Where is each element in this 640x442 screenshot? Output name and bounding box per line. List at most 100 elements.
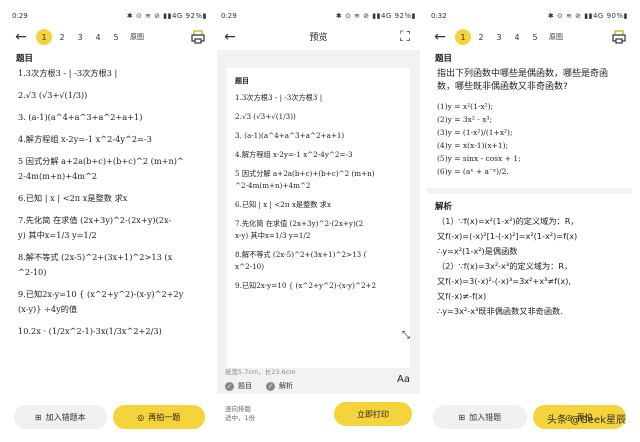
question-line: 10.2x · (1/2x^2-1)-3x(1/3x^2+2/3)	[18, 326, 162, 336]
question-line: 1.3次方根3 - | -3次方根3 |	[18, 68, 118, 78]
add-box-icon: ⊞	[458, 412, 466, 422]
status-bar: 0:32 ✱ ⊙ ≋ ⊘ ▮▮4G 90%▮	[427, 8, 632, 24]
question-line: x^2-10)	[235, 262, 265, 271]
question-line: 7.先化简 在求值 (2x+3y)^2-(2x+y)(2	[235, 219, 364, 228]
analysis-line: 又f(-x)≠-f(x)	[437, 291, 487, 301]
check-icon: ✓	[266, 382, 275, 391]
function-item: (5)y = sinx - cosx + 1;	[437, 154, 521, 163]
content-options: ✓ 题目 ✓ 解析	[225, 381, 293, 391]
add-to-mistakes-label: 加入错题	[469, 412, 502, 422]
print-settings[interactable]: 竖向排版 适中，1份	[225, 405, 255, 423]
question-line: 7.先化简 在求值 (2x+3y)^2-(2x+y)(2x-	[18, 215, 172, 225]
page-tabs: 1 2 3 4 5 原图	[455, 29, 567, 45]
add-box-icon: ⊞	[34, 412, 42, 422]
add-to-mistakes-label: 加入错题本	[45, 412, 86, 422]
question-line: 6.已知 | x | <2π x是整数 求x	[18, 193, 128, 203]
function-item: (4)y = x(x-1)(x+1);	[437, 141, 509, 150]
page-title: 预览	[309, 33, 328, 43]
question-line: 3. (a-1)(a^4+a^3+a^2+a+1)	[18, 112, 143, 122]
page-tab-3[interactable]: 3	[72, 29, 88, 45]
screen-function-question: 0:32 ✱ ⊙ ≋ ⊘ ▮▮4G 90%▮ ← 1 2 3 4 5 原图 题目…	[427, 8, 632, 434]
section-divider	[427, 188, 632, 194]
page-tab-1[interactable]: 1	[455, 29, 471, 45]
check-icon: ✓	[225, 382, 234, 391]
print-now-button[interactable]: 立即打印	[334, 402, 412, 426]
page-tab-2[interactable]: 2	[473, 29, 489, 45]
analysis-line: ∴y=x²(1-x²)是偶函数	[437, 246, 518, 256]
question-line: 3. (a-1)(a^4+a^3+a^2+a+1)	[235, 131, 345, 140]
status-icons: ✱ ⊙ ≋ ⊘ ▮▮4G 92%▮	[335, 12, 416, 20]
watermark-text: 头条 @Geek星辰	[546, 415, 626, 426]
function-item: (1)y = x²(1-x²);	[437, 102, 494, 111]
status-icons: ✱ ⊙ ≋ ⊘ ▮▮4G 92%▮	[126, 12, 207, 20]
analysis-content: （1）∵f(x)=x²(1-x²)的定义域为：R， 又f(-x)=(-x)²[1…	[427, 214, 632, 319]
retake-photo-button[interactable]: ◎ 再拍一题	[112, 405, 205, 429]
font-size-icon[interactable]: Aa	[397, 374, 410, 385]
paper-size-info: 纸宽5.7cm，长23.6cm	[225, 368, 296, 376]
paper-preview: 题目 1.3次方根3 - | -3次方根3 | 2.√3 (√3+√(1/3))…	[227, 68, 410, 368]
status-bar: 0:29 ✱ ⊙ ≋ ⊘ ▮▮4G 92%▮	[8, 8, 211, 24]
status-icons: ✱ ⊙ ≋ ⊘ ▮▮4G 90%▮	[547, 12, 628, 20]
status-bar: 0:29 ✱ ⊙ ≋ ⊘ ▮▮4G 92%▮	[217, 8, 420, 24]
question-line: 9.已知2x-y=10 { (x^2+y^2)-(x-y)^2+2y	[18, 289, 184, 299]
analysis-title: 解析	[435, 202, 453, 212]
question-list: 1.3次方根3 - | -3次方根3 | 2.√3 (√3+√(1/3)) 3.…	[8, 66, 211, 339]
page-tab-2[interactable]: 2	[54, 29, 70, 45]
back-arrow-icon[interactable]: ←	[12, 28, 30, 46]
analysis-line: 又f(-x)=(-x)²[1-(-x)²]=x²(1-x²)=f(x)	[437, 231, 578, 241]
page-tab-5[interactable]: 5	[527, 29, 543, 45]
question-line: 2-4m(m+n)+4m^2	[18, 171, 98, 181]
question-line: 1.3次方根3 - | -3次方根3 |	[235, 93, 323, 102]
option-question[interactable]: ✓ 题目	[225, 381, 252, 391]
analysis-line: ∴y=3x²-x³既非偶函数又非奇函数.	[437, 306, 563, 316]
function-item: (2)y = 3x² - x³;	[437, 115, 492, 124]
original-image-tab[interactable]: 原图	[126, 29, 148, 45]
question-line: (x-y)} ÷4y的值	[18, 304, 78, 314]
top-bar: ← 1 2 3 4 5 原图	[427, 24, 632, 50]
top-bar: ← 预览 ⛶	[217, 24, 420, 50]
analysis-line: （2）∵f(x)=3x²-x³的定义域为：R，	[437, 261, 573, 271]
question-line: 5 因式分解 a+2a(b+c)+(b+c)^2 (m+n)^	[18, 156, 184, 166]
question-headline: 指出下列函数中哪些是偶函数，哪些是奇函数，哪些既非偶函数又非奇函数?	[437, 69, 609, 92]
option-analysis[interactable]: ✓ 解析	[266, 381, 293, 391]
layout-setting: 竖向排版	[225, 405, 251, 413]
question-line: 9.已知2x-y=10 { (x^2+y^2)-(x-y)^2+2	[235, 281, 377, 290]
page-tab-4[interactable]: 4	[509, 29, 525, 45]
original-image-tab[interactable]: 原图	[545, 29, 567, 45]
collapse-icon[interactable]: ⤡	[402, 330, 410, 341]
retake-photo-label: 再拍一题	[148, 412, 181, 422]
analysis-line: （1）∵f(x)=x²(1-x²)的定义域为：R，	[437, 216, 579, 226]
copies-setting: 适中，1份	[225, 414, 256, 422]
page-tabs: 1 2 3 4 5 原图	[36, 29, 148, 45]
add-to-mistakes-button[interactable]: ⊞ 加入错题本	[14, 405, 107, 429]
printer-icon[interactable]	[610, 28, 628, 46]
analysis-line: 又f(-x)=3(-x)²-(-x)³=3x²+x³≠f(x),	[437, 276, 571, 286]
page-tab-5[interactable]: 5	[108, 29, 124, 45]
function-item: (3)y = (1-x²)/(1+x²);	[437, 128, 513, 137]
question-line: 8.解不等式 (2x-5)^2+(3x+1)^2>13 (	[235, 250, 367, 259]
status-time: 0:29	[12, 12, 28, 20]
page-tab-1[interactable]: 1	[36, 29, 52, 45]
screen-print-preview: 0:29 ✱ ⊙ ≋ ⊘ ▮▮4G 92%▮ ← 预览 ⛶ 题目 1.3次方根3…	[217, 8, 420, 434]
camera-icon: ◎	[137, 412, 145, 422]
section-title: 题目	[16, 54, 34, 64]
question-line: 2.√3 (√3+√(1/3))	[18, 90, 88, 100]
question-line: ^2-10)	[18, 267, 47, 277]
back-arrow-icon[interactable]: ←	[431, 28, 449, 46]
page-tab-4[interactable]: 4	[90, 29, 106, 45]
question-line: ^2-4m(m+n)+4m^2	[235, 181, 311, 190]
question-content: 指出下列函数中哪些是偶函数，哪些是奇函数，哪些既非偶函数又非奇函数? (1)y …	[427, 66, 632, 180]
option-question-label: 题目	[238, 382, 252, 390]
question-line: 4.解方程组 x-2y=-1 x^2-4y^2=-3	[18, 134, 152, 144]
question-line: 5 因式分解 a+2a(b+c)+(b+c)^2 (m+n)	[235, 169, 375, 178]
question-line: 6.已知 | x | <2π x是整数 求x	[235, 200, 332, 209]
page-tab-3[interactable]: 3	[491, 29, 507, 45]
question-line: 2.√3 (√3+√(1/3))	[235, 112, 296, 121]
question-line: 8.解不等式 (2x-5)^2+(3x+1)^2>13 (x	[18, 252, 173, 262]
function-item: (6)y = (aˣ + a⁻ˣ)/2.	[437, 167, 509, 176]
bottom-actions: ⊞ 加入错题本 ◎ 再拍一题	[8, 400, 211, 434]
add-to-mistakes-button[interactable]: ⊞ 加入错题	[433, 405, 527, 429]
crop-icon[interactable]: ⛶	[396, 28, 414, 46]
printer-icon[interactable]	[189, 28, 207, 46]
section-title: 题目	[235, 77, 249, 85]
